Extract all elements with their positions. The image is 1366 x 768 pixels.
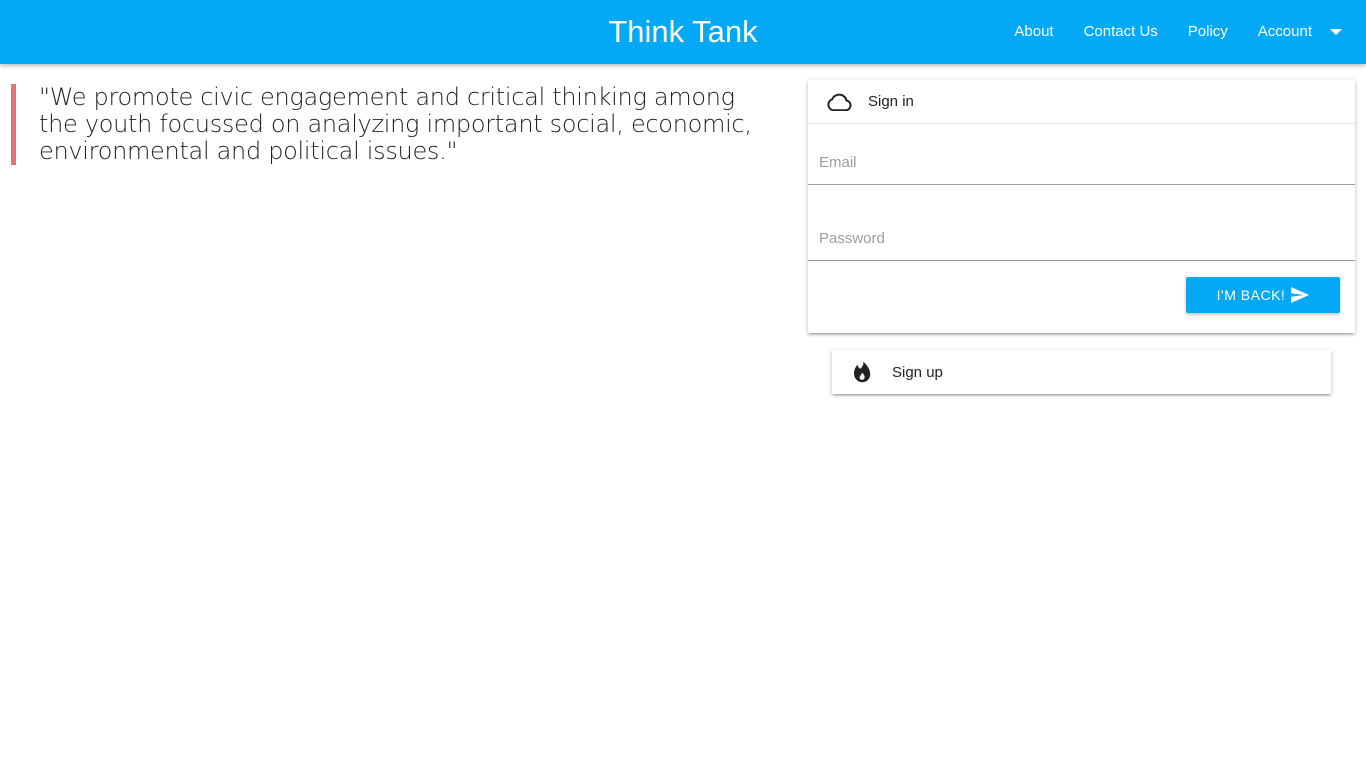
nav-link-policy[interactable]: Policy (1173, 0, 1243, 64)
nav-link-contact-us[interactable]: Contact Us (1069, 0, 1173, 64)
caret-down-icon[interactable] (1330, 29, 1342, 35)
signin-header[interactable]: Sign in (808, 80, 1355, 124)
password-input[interactable] (808, 216, 1355, 260)
send-icon (1291, 287, 1310, 303)
cloud-icon (826, 91, 852, 113)
signin-header-label: Sign in (868, 93, 914, 110)
top-navbar: Think Tank About Contact Us Policy Accou… (0, 0, 1366, 64)
nav-link-about[interactable]: About (999, 0, 1068, 64)
password-field-wrapper (808, 185, 1355, 261)
signin-submit-button[interactable]: I'M BACK! (1186, 277, 1340, 313)
signup-card: Sign up (832, 350, 1331, 394)
email-input[interactable] (808, 140, 1355, 184)
signin-card: Sign in I'M BACK! (808, 80, 1355, 333)
email-field-wrapper (808, 124, 1355, 185)
mission-quote-text: "We promote civic engagement and critica… (39, 83, 752, 165)
signup-header[interactable]: Sign up (832, 350, 1331, 394)
signin-submit-label: I'M BACK! (1216, 287, 1286, 303)
nav-links: About Contact Us Policy Account (999, 0, 1366, 64)
signup-header-label: Sign up (892, 363, 943, 381)
mission-quote: "We promote civic engagement and critica… (11, 84, 771, 165)
fire-icon (852, 361, 872, 383)
account-dropdown[interactable]: Account (1243, 0, 1366, 64)
account-label[interactable]: Account (1243, 0, 1322, 64)
brand-title[interactable]: Think Tank (608, 14, 757, 49)
